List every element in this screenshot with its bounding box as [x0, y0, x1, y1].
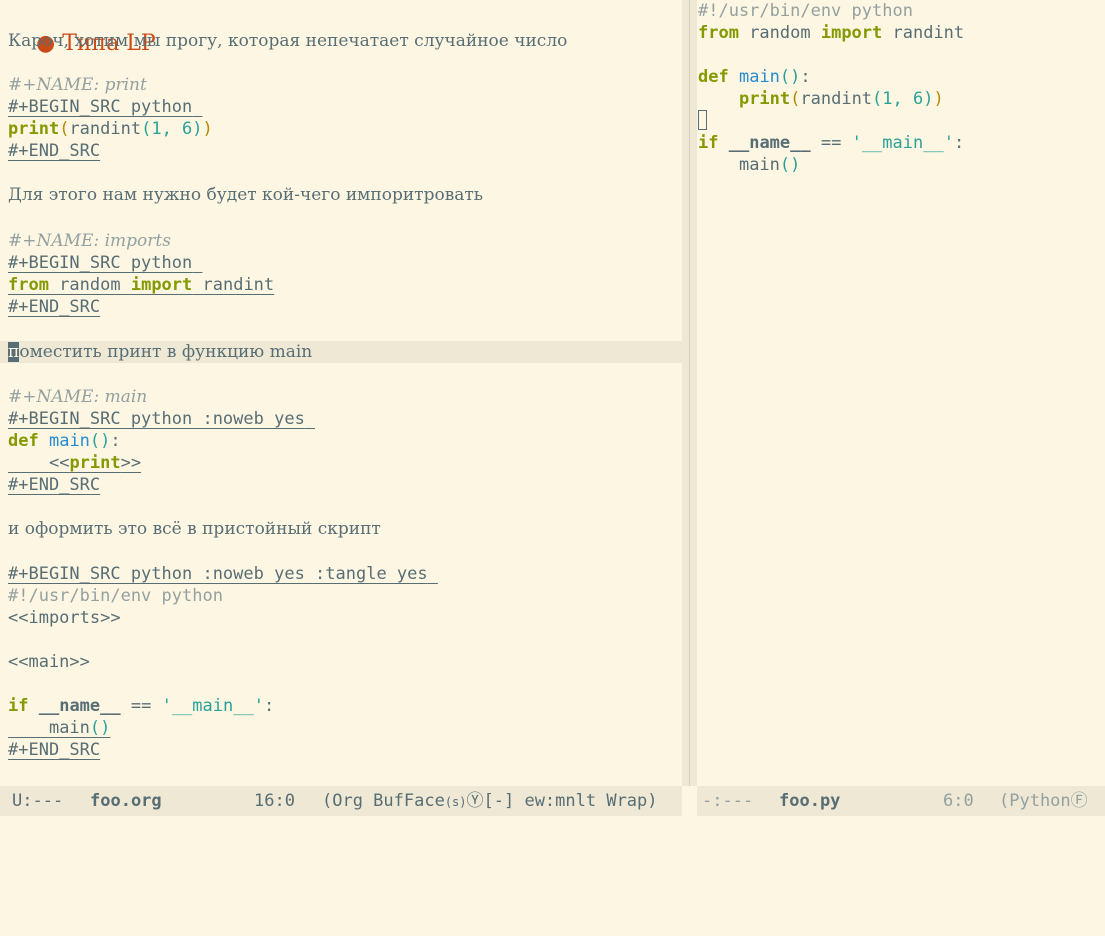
src-block-begin-main: #+BEGIN_SRC python :noweb yes	[8, 409, 305, 429]
org-heading: ● Типа LP	[8, 2, 156, 56]
text-cursor: п	[8, 342, 20, 362]
py-code-line: from random import randint	[698, 23, 965, 43]
org-buffer-window[interactable]: ● Типа LP Кароч, хотим мы прогу, которая…	[0, 0, 682, 786]
py-code-line: print(randint(1, 6))	[738, 89, 944, 109]
src-code-line: <<imports>>	[8, 608, 121, 628]
src-code-line: def main():	[8, 431, 121, 451]
modeline-state: -:---	[702, 791, 754, 811]
modeline-modes[interactable]: (Org BufFace(s)Ⓨ[-] ew:mnlt Wrap)	[322, 786, 658, 817]
py-code-line: #!/usr/bin/env python	[698, 1, 913, 21]
py-code-line: main()	[738, 155, 801, 175]
src-block-name-imports: #+NAME: imports	[8, 231, 171, 251]
src-block-begin-tangle: #+BEGIN_SRC python :noweb yes :tangle ye…	[8, 564, 428, 584]
src-block-begin-imports: #+BEGIN_SRC python	[8, 253, 193, 273]
src-block-end: #+END_SRC	[8, 141, 101, 161]
modeline-python[interactable]: -:--- foo.py 6:0 (PythonⒻ	[697, 786, 1105, 816]
modeline-position: 6:0	[943, 791, 974, 811]
flycheck-mode-icon: Ⓕ	[1070, 791, 1088, 811]
python-buffer-window[interactable]: #!/usr/bin/env python from random import…	[697, 0, 1105, 786]
modeline-buffer-name[interactable]: foo.py	[779, 786, 840, 816]
src-code-line: <<main>>	[8, 652, 90, 672]
paragraph-intro: Кароч, хотим мы прогу, которая непечатае…	[8, 31, 568, 51]
paragraph-imports: Для этого нам нужно будет кой-чего импор…	[8, 185, 484, 205]
src-code-line: <<print>>	[48, 453, 142, 473]
window-divider-line	[689, 0, 690, 786]
modeline-buffer-name[interactable]: foo.org	[90, 786, 162, 816]
src-code-line: main()	[48, 718, 111, 738]
modeline-state: U:---	[12, 791, 64, 811]
py-code-line: if __name__ == '__main__':	[698, 133, 965, 153]
src-block-name-main: #+NAME: main	[8, 387, 148, 407]
modeline-separator	[682, 786, 697, 816]
modeline-modes[interactable]: (PythonⒻ	[999, 786, 1088, 816]
src-block-end: #+END_SRC	[8, 297, 101, 317]
modeline-position: 16:0	[254, 791, 295, 811]
paragraph-main: поместить принт в функцию main	[8, 342, 313, 362]
src-block-name-print: #+NAME: print	[8, 75, 147, 95]
src-code-line: print(randint(1, 6))	[8, 119, 213, 139]
src-block-end: #+END_SRC	[8, 740, 101, 760]
src-code-line: from random import randint	[8, 275, 275, 295]
py-code-line: def main():	[698, 67, 811, 87]
yas-minor-mode-icon: Ⓨ	[466, 791, 484, 811]
modeline-org[interactable]: U:--- foo.org 16:0 (Org BufFace(s)Ⓨ[-] e…	[0, 786, 682, 816]
paragraph-script: и оформить это всё в пристойный скрипт	[8, 519, 381, 539]
src-block-end: #+END_SRC	[8, 475, 101, 495]
inactive-cursor	[698, 110, 707, 130]
src-code-line: #!/usr/bin/env python	[8, 586, 223, 606]
src-code-line: if __name__ == '__main__':	[8, 696, 275, 716]
src-block-begin-print: #+BEGIN_SRC python	[8, 97, 193, 117]
minibuffer[interactable]	[0, 816, 1105, 836]
